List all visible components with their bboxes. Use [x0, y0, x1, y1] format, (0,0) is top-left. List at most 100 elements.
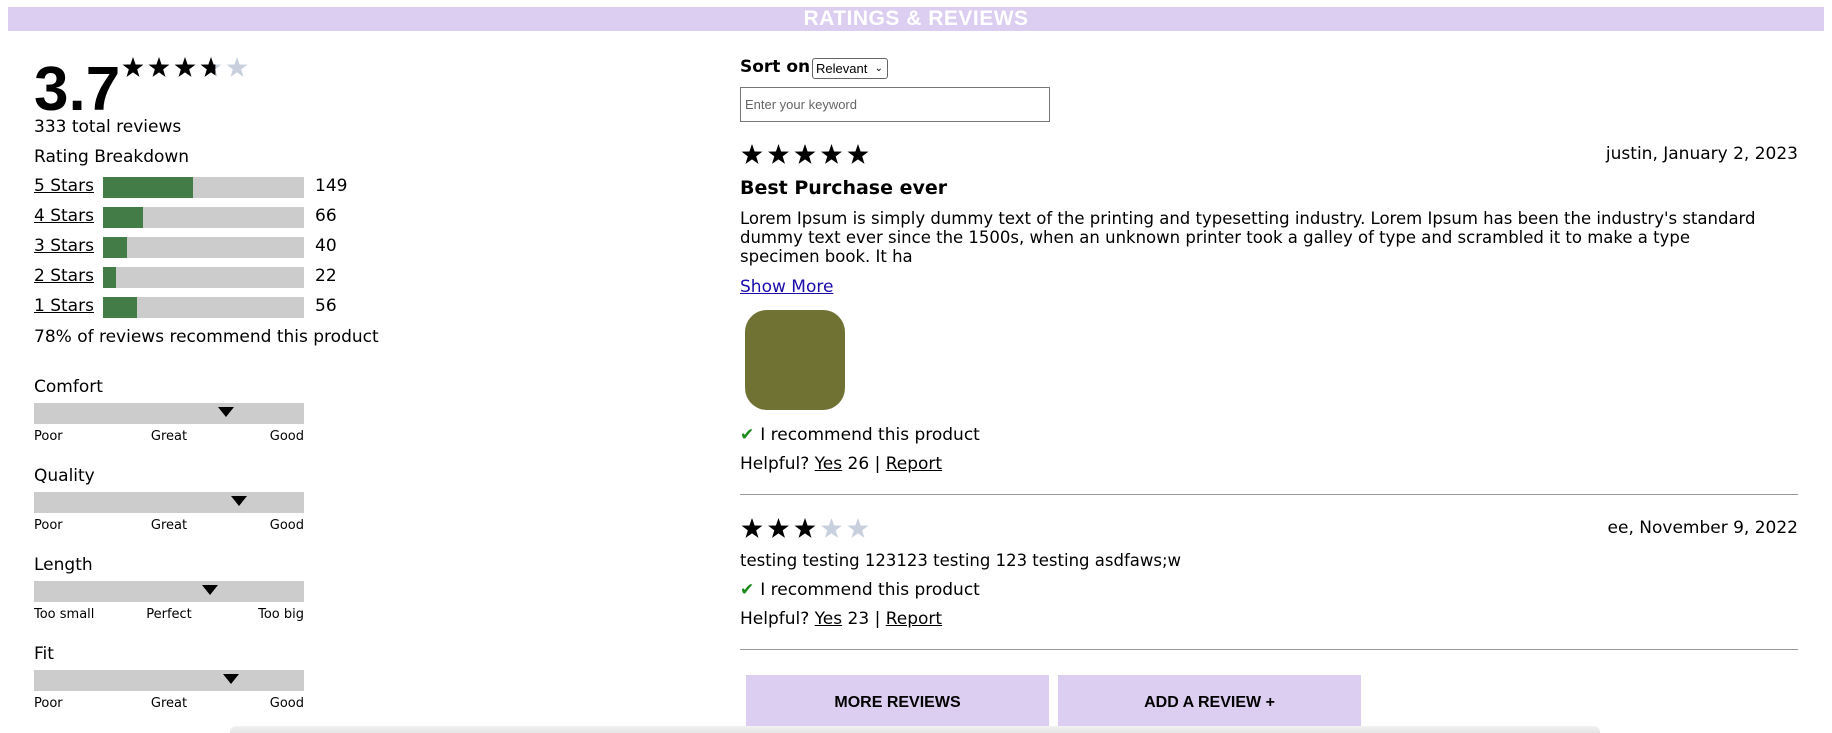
- characteristic-quality: Quality Poor Great Good: [34, 466, 304, 546]
- star-icon: [794, 518, 816, 538]
- check-icon: ✔: [740, 425, 755, 445]
- characteristic-track: [34, 670, 304, 691]
- breakdown-count-2: 22: [315, 266, 337, 286]
- recommend-text: I recommend this product: [760, 580, 980, 600]
- breakdown-row-2: 2 Stars 22: [34, 266, 374, 288]
- characteristic-track: [34, 581, 304, 602]
- helpful-separator: |: [874, 609, 881, 629]
- review-recommend: ✔ I recommend this product: [740, 425, 980, 445]
- star-icon: [148, 57, 170, 77]
- characteristic-track: [34, 403, 304, 424]
- filter-1-stars[interactable]: 1 Stars: [34, 296, 94, 316]
- helpful-yes-link[interactable]: Yes: [815, 609, 842, 629]
- recommend-text: I recommend this product: [760, 425, 980, 445]
- breakdown-bar-1: [103, 297, 304, 318]
- breakdown-count-4: 66: [315, 206, 337, 226]
- sort-label: Sort on:: [740, 57, 817, 77]
- characteristic-name: Length: [34, 555, 93, 575]
- star-icon: [847, 518, 869, 538]
- characteristic-name: Fit: [34, 644, 54, 664]
- characteristic-name: Comfort: [34, 377, 103, 397]
- ratings-reviews-title: RATINGS & REVIEWS: [8, 7, 1824, 31]
- check-icon: ✔: [740, 580, 755, 600]
- star-icon: [821, 144, 842, 164]
- total-reviews: 333 total reviews: [34, 117, 182, 137]
- review-body: testing testing 123123 testing 123 testi…: [740, 551, 1182, 570]
- helpful-label: Helpful?: [740, 609, 810, 629]
- breakdown-row-4: 4 Stars 66: [34, 206, 374, 228]
- report-link[interactable]: Report: [886, 609, 942, 629]
- characteristic-length: Length Too small Perfect Too big: [34, 555, 304, 635]
- triangle-down-icon: [217, 407, 234, 417]
- add-review-button[interactable]: ADD A REVIEW +: [1058, 675, 1361, 726]
- characteristic-mid-label: Great: [150, 429, 188, 444]
- breakdown-row-1: 1 Stars 56: [34, 296, 374, 318]
- breakdown-fill-4: [103, 207, 143, 228]
- characteristic-fit: Fit Poor Great Good: [34, 644, 304, 724]
- report-link[interactable]: Report: [886, 454, 942, 474]
- filter-3-stars[interactable]: 3 Stars: [34, 236, 94, 256]
- sort-select[interactable]: Relevant ⌄: [812, 58, 888, 79]
- triangle-down-icon: [231, 496, 248, 506]
- breakdown-bar-2: [103, 267, 304, 288]
- helpful-count: 23: [847, 609, 870, 629]
- breakdown-bar-4: [103, 207, 304, 228]
- helpful-separator: |: [874, 454, 881, 474]
- star-icon: [174, 57, 196, 77]
- breakdown-fill-2: [103, 267, 117, 288]
- helpful-label: Helpful?: [740, 454, 810, 474]
- breakdown-row-5: 5 Stars 149: [34, 176, 374, 198]
- star-icon: [226, 57, 248, 77]
- review-card: justin, January 2, 2023 Best Purchase ev…: [740, 140, 1798, 510]
- characteristic-high-label: Good: [269, 429, 304, 444]
- filter-4-stars[interactable]: 4 Stars: [34, 206, 94, 226]
- chevron-down-icon: ⌄: [874, 63, 883, 74]
- more-reviews-button[interactable]: MORE REVIEWS: [746, 675, 1049, 726]
- review-helpful: Helpful? Yes 26 | Report: [740, 454, 942, 474]
- star-icon: [847, 144, 869, 164]
- review-author-date: ee, November 9, 2022: [1607, 518, 1798, 538]
- star-icon: [794, 144, 816, 164]
- breakdown-count-1: 56: [315, 296, 337, 316]
- rating-breakdown-title: Rating Breakdown: [34, 147, 190, 167]
- characteristic-high-label: Good: [269, 696, 304, 711]
- star-icon: [741, 144, 763, 164]
- review-star-rating: [741, 518, 869, 538]
- helpful-count: 26: [847, 454, 870, 474]
- review-photo-thumbnail[interactable]: [745, 310, 845, 410]
- characteristic-comfort: Comfort Poor Great Good: [34, 377, 304, 457]
- characteristic-high-label: Too big: [258, 607, 304, 622]
- review-divider: [740, 649, 1798, 650]
- sort-selected-value: Relevant: [816, 61, 868, 76]
- page-footer-edge: [230, 726, 1600, 733]
- review-star-rating: [741, 144, 869, 164]
- review-recommend: ✔ I recommend this product: [740, 580, 980, 600]
- characteristic-mid-label: Great: [150, 518, 188, 533]
- triangle-down-icon: [223, 674, 240, 684]
- filter-5-stars[interactable]: 5 Stars: [34, 176, 94, 196]
- triangle-down-icon: [201, 585, 218, 595]
- average-rating: 3.7: [34, 55, 121, 124]
- breakdown-count-3: 40: [315, 236, 337, 256]
- star-icon: [741, 518, 763, 538]
- characteristic-track: [34, 492, 304, 513]
- review-author-date: justin, January 2, 2023: [1605, 144, 1798, 164]
- recommend-percentage: 78% of reviews recommend this product: [34, 327, 379, 347]
- breakdown-fill-5: [103, 177, 193, 198]
- star-icon: [821, 518, 842, 538]
- breakdown-count-5: 149: [315, 176, 348, 196]
- show-more-link[interactable]: Show More: [740, 277, 833, 297]
- characteristic-mid-label: Great: [150, 696, 188, 711]
- breakdown-row-3: 3 Stars 40: [34, 236, 374, 258]
- review-summary: Best Purchase ever: [740, 177, 948, 199]
- keyword-search-input[interactable]: [740, 87, 1050, 122]
- star-icon: [768, 144, 789, 164]
- helpful-yes-link[interactable]: Yes: [815, 454, 842, 474]
- review-helpful: Helpful? Yes 23 | Report: [740, 609, 942, 629]
- review-body: Lorem Ipsum is simply dummy text of the …: [740, 209, 1756, 266]
- breakdown-fill-3: [103, 237, 128, 258]
- breakdown-fill-1: [103, 297, 137, 318]
- breakdown-bar-5: [103, 177, 304, 198]
- filter-2-stars[interactable]: 2 Stars: [34, 266, 94, 286]
- review-divider: [740, 494, 1798, 495]
